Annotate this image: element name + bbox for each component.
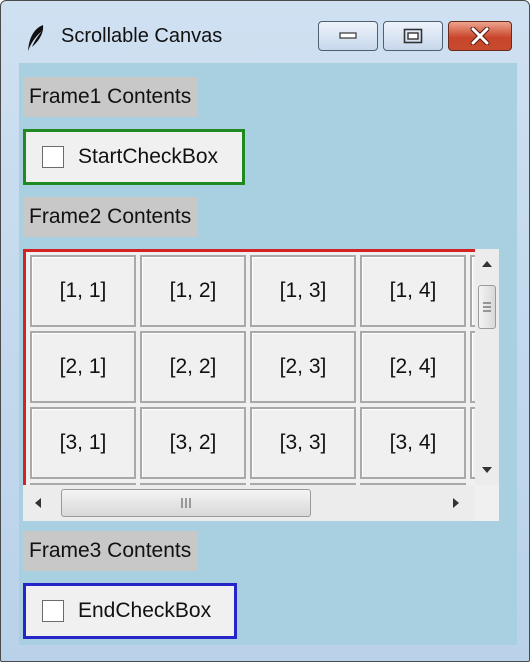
title-bar[interactable]: Scrollable Canvas (1, 1, 529, 59)
close-icon (470, 27, 490, 45)
grid-cell: [1, 1] (30, 255, 136, 327)
scroll-up-arrow-icon[interactable] (482, 261, 492, 267)
horizontal-scroll-thumb[interactable] (61, 489, 311, 517)
end-checkbox-label[interactable]: EndCheckBox (78, 599, 211, 623)
start-checkbox-frame: StartCheckBox (23, 129, 245, 185)
grip-icon (181, 498, 191, 508)
minimize-button[interactable] (318, 21, 378, 51)
feather-icon (28, 25, 44, 51)
grid-cell: [3, 1] (30, 407, 136, 479)
scroll-left-arrow-icon[interactable] (35, 498, 41, 508)
maximize-button[interactable] (383, 21, 443, 51)
horizontal-scrollbar[interactable] (23, 485, 475, 521)
grid-cell: [2, 2] (140, 331, 246, 403)
grid-cell: [3, 4] (360, 407, 466, 479)
start-checkbox[interactable] (42, 146, 64, 168)
grid-cell: [3, 3] (250, 407, 356, 479)
app-window: Scrollable Canvas Frame1 Contents StartC… (0, 0, 530, 662)
grid-cell: [2, 3] (250, 331, 356, 403)
grid-cell: [1, 4] (360, 255, 466, 327)
grid-cell: [2, 4] (360, 331, 466, 403)
grid-cell: [3, 2] (140, 407, 246, 479)
end-checkbox-frame: EndCheckBox (23, 583, 237, 639)
window-title: Scrollable Canvas (61, 25, 223, 47)
scroll-right-arrow-icon[interactable] (453, 498, 459, 508)
end-checkbox[interactable] (42, 600, 64, 622)
close-button[interactable] (448, 21, 512, 51)
grip-icon (483, 302, 491, 312)
frame1-label: Frame1 Contents (23, 77, 198, 117)
start-checkbox-label[interactable]: StartCheckBox (78, 145, 218, 169)
maximize-icon (403, 28, 423, 44)
scrollable-canvas-area: [1, 1] [1, 2] [1, 3] [1, 4] [2, 1] [2, 2… (23, 249, 499, 521)
frame3-label: Frame3 Contents (23, 531, 198, 571)
minimize-icon (339, 32, 357, 39)
scroll-down-arrow-icon[interactable] (482, 467, 492, 473)
grid-cell: [1, 3] (250, 255, 356, 327)
frame2-label: Frame2 Contents (23, 197, 198, 237)
canvas-viewport[interactable]: [1, 1] [1, 2] [1, 3] [1, 4] [2, 1] [2, 2… (23, 249, 475, 485)
grid-cell: [1, 2] (140, 255, 246, 327)
vertical-scroll-thumb[interactable] (478, 285, 496, 329)
window-client-area: Frame1 Contents StartCheckBox Frame2 Con… (19, 63, 517, 645)
vertical-scrollbar[interactable] (475, 249, 499, 485)
grid-cell: [2, 1] (30, 331, 136, 403)
